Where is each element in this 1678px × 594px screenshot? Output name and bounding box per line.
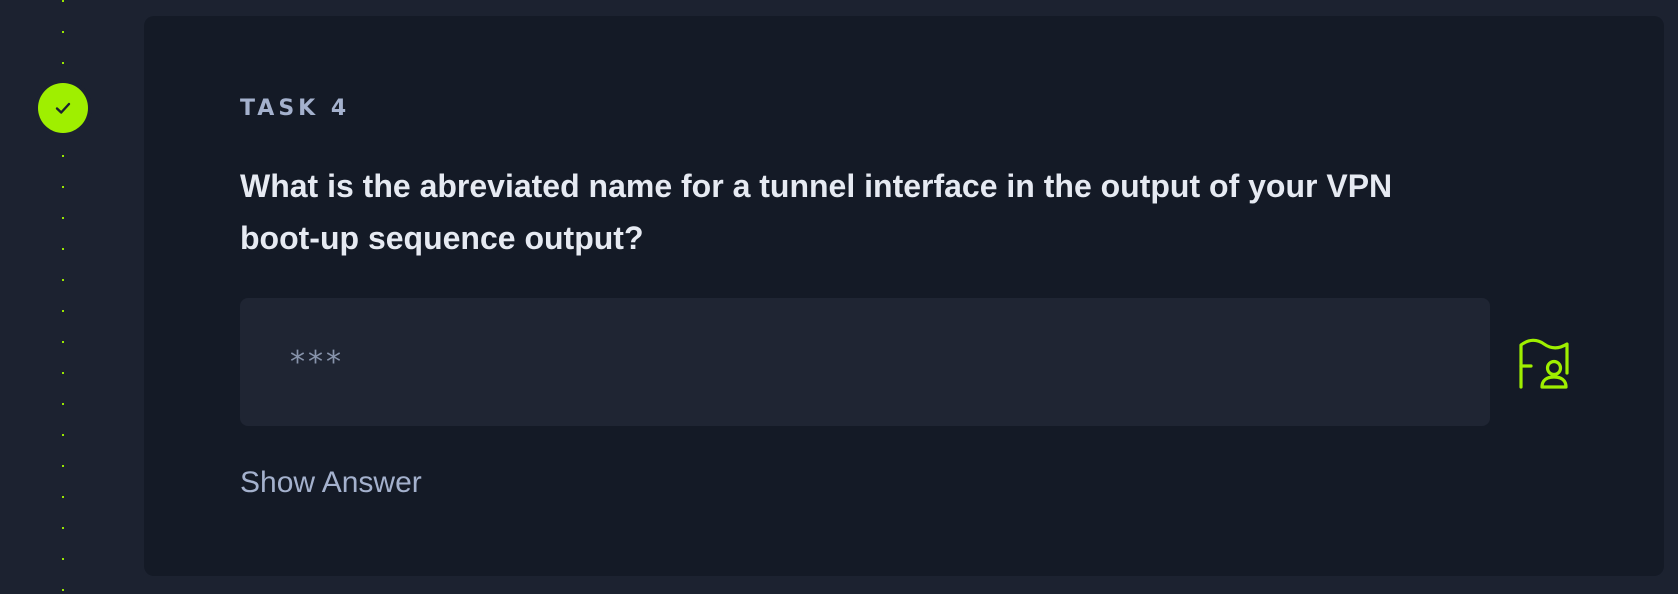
task-page: TASK 4 What is the abreviated name for a…: [0, 0, 1678, 594]
completed-check-icon: [38, 83, 88, 133]
task-number-label: TASK 4: [240, 96, 351, 121]
flag-user-icon: [1519, 338, 1569, 389]
submit-flag-button[interactable]: [1512, 332, 1576, 396]
task-card: TASK 4 What is the abreviated name for a…: [144, 16, 1664, 576]
show-answer-link[interactable]: Show Answer: [240, 466, 422, 500]
task-question: What is the abreviated name for a tunnel…: [240, 168, 1393, 256]
answer-field[interactable]: ***: [240, 298, 1490, 426]
